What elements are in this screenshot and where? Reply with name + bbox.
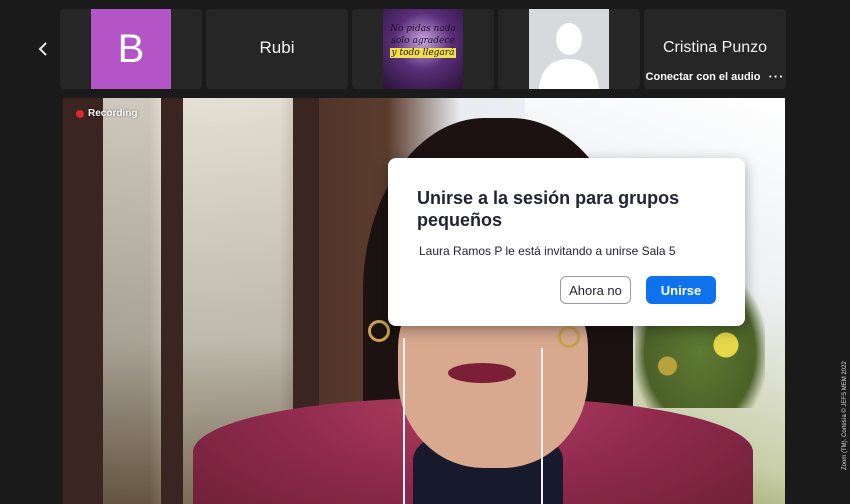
- connect-audio-link[interactable]: Conectar con el audio: [646, 71, 761, 83]
- chevron-left-icon: [38, 42, 47, 56]
- previous-page-button[interactable]: [30, 36, 56, 62]
- join-button[interactable]: Unirse: [646, 276, 716, 304]
- avatar: B: [91, 9, 171, 89]
- watermark: Zoom (TM). Cortesía © JEFS MEM 2022: [842, 361, 848, 470]
- recording-indicator: Recording: [76, 108, 137, 119]
- dialog-title: Unirse a la sesión para grupos pequeños: [417, 188, 680, 230]
- participant-tile-silhouette[interactable]: [498, 9, 640, 89]
- dialog-message: Laura Ramos P le está invitando a unirse…: [419, 244, 676, 258]
- participant-name: Rubi: [259, 38, 295, 57]
- profile-picture: No pidas nada solo agradece y todo llega…: [383, 9, 463, 89]
- default-avatar: [529, 9, 609, 89]
- more-options-icon[interactable]: ···: [768, 70, 784, 83]
- person-silhouette-icon: [539, 23, 599, 89]
- not-now-button[interactable]: Ahora no: [560, 276, 631, 304]
- avatar-letter: B: [117, 26, 145, 71]
- participant-name: Cristina Punzo: [662, 39, 768, 56]
- breakout-room-dialog: Unirse a la sesión para grupos pequeños …: [388, 158, 745, 326]
- profile-picture-text: No pidas nada solo agradece y todo llega…: [389, 24, 457, 58]
- participant-tile-cristina[interactable]: Cristina Punzo Conectar con el audio ···: [644, 9, 786, 89]
- participant-tile-image[interactable]: No pidas nada solo agradece y todo llega…: [352, 9, 494, 89]
- participant-tile-b[interactable]: B: [60, 9, 202, 89]
- recording-dot-icon: [76, 109, 84, 118]
- participant-tile-rubi[interactable]: Rubi: [206, 9, 348, 89]
- recording-label: Recording: [88, 108, 138, 119]
